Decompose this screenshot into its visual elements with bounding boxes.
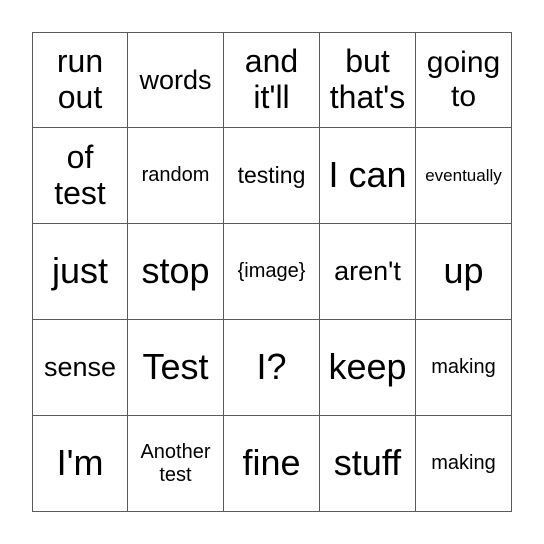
bingo-cell[interactable]: stuff — [320, 416, 416, 512]
bingo-cell[interactable]: going to — [416, 32, 512, 128]
bingo-cell[interactable]: sense — [32, 320, 128, 416]
bingo-board: run out words and it'll but that's going… — [32, 32, 512, 512]
bingo-cell[interactable]: stop — [128, 224, 224, 320]
bingo-cell[interactable]: up — [416, 224, 512, 320]
bingo-cell[interactable]: just — [32, 224, 128, 320]
bingo-cell[interactable]: words — [128, 32, 224, 128]
bingo-cell[interactable]: aren't — [320, 224, 416, 320]
bingo-cell[interactable]: {image} — [224, 224, 320, 320]
bingo-cell[interactable]: eventually — [416, 128, 512, 224]
bingo-cell[interactable]: Test — [128, 320, 224, 416]
bingo-cell[interactable]: I? — [224, 320, 320, 416]
bingo-cell[interactable]: fine — [224, 416, 320, 512]
bingo-cell[interactable]: of test — [32, 128, 128, 224]
bingo-cell[interactable]: Another test — [128, 416, 224, 512]
bingo-cell[interactable]: making — [416, 320, 512, 416]
bingo-cell[interactable]: I'm — [32, 416, 128, 512]
bingo-cell[interactable]: and it'll — [224, 32, 320, 128]
bingo-cell[interactable]: run out — [32, 32, 128, 128]
bingo-cell[interactable]: but that's — [320, 32, 416, 128]
bingo-cell[interactable]: making — [416, 416, 512, 512]
bingo-cell[interactable]: testing — [224, 128, 320, 224]
bingo-cell[interactable]: keep — [320, 320, 416, 416]
bingo-cell[interactable]: I can — [320, 128, 416, 224]
bingo-cell[interactable]: random — [128, 128, 224, 224]
